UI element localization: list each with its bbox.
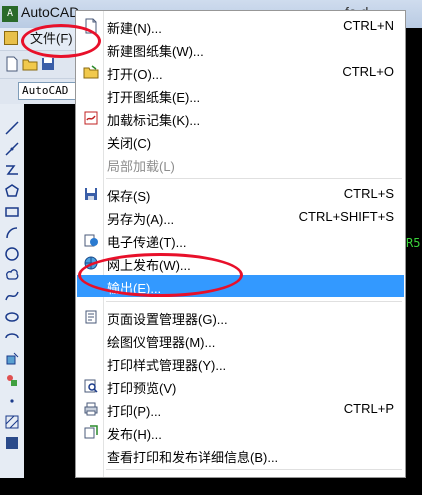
drawing-area-right: R5 — [404, 28, 422, 478]
menu-item-plot-style-manager[interactable]: 打印样式管理器(Y)... — [77, 352, 404, 374]
new-icon[interactable] — [4, 56, 20, 72]
file-menu-dropdown: 新建(N)... CTRL+N 新建图纸集(W)... 打开(O)... CTR… — [75, 10, 406, 494]
autocad-app-icon[interactable]: A — [2, 6, 18, 22]
menu-item-open[interactable]: 打开(O)... CTRL+O — [77, 61, 404, 83]
new-file-icon — [85, 18, 97, 34]
ellipse-arc-icon[interactable] — [4, 330, 20, 346]
polyline-icon[interactable] — [4, 162, 20, 178]
menu-item-new-sheet-set[interactable]: 新建图纸集(W)... — [77, 38, 404, 60]
print-icon — [84, 402, 98, 416]
menu-item-open-sheet-set[interactable]: 打开图纸集(E)... — [77, 84, 404, 106]
arc-icon[interactable] — [4, 225, 20, 241]
menu-item-page-setup-manager[interactable]: 页面设置管理器(G)... — [77, 306, 404, 328]
menu-separator — [106, 469, 402, 470]
menu-item-view-plot-details[interactable]: 查看打印和发布详细信息(B)... — [77, 444, 404, 466]
save-icon — [85, 188, 97, 200]
window-title: AutoCAD — [21, 4, 80, 20]
menu-item-etransmit[interactable]: 电子传递(T)... — [77, 229, 404, 251]
publish-web-icon — [84, 256, 98, 270]
menu-separator — [106, 178, 402, 179]
hatch-icon[interactable] — [4, 414, 20, 430]
circle-icon[interactable] — [4, 246, 20, 262]
print-preview-icon — [84, 379, 98, 393]
menu-item-plot-preview[interactable]: 打印预览(V) — [77, 375, 404, 397]
etransmit-icon — [84, 234, 98, 247]
menu-item-publish[interactable]: 发布(H)... — [77, 421, 404, 443]
menu-item-publish-web[interactable]: 网上发布(W)... — [77, 252, 404, 274]
menu-item-load-markup-set[interactable]: 加载标记集(K)... — [77, 107, 404, 129]
revision-cloud-icon[interactable] — [4, 267, 20, 283]
spline-icon[interactable] — [4, 288, 20, 304]
menu-separator — [106, 301, 402, 302]
menu-item-new[interactable]: 新建(N)... CTRL+N — [77, 15, 404, 37]
make-block-icon[interactable] — [4, 372, 20, 388]
menu-item-partial-load: 局部加载(L) — [107, 159, 175, 174]
rectangle-icon[interactable] — [4, 204, 20, 220]
menu-item-save-as[interactable]: 另存为(A)... CTRL+SHIFT+S — [77, 206, 404, 228]
open-folder-icon — [83, 65, 99, 79]
open-icon[interactable] — [22, 56, 38, 72]
dimension-label: R5 — [406, 236, 421, 250]
menu-file[interactable]: 文件(F) — [28, 30, 75, 48]
document-icon[interactable] — [4, 31, 18, 45]
menu-item-plotter-manager[interactable]: 绘图仪管理器(M)... — [77, 329, 404, 351]
draw-toolbar — [0, 104, 25, 478]
menu-item-export[interactable]: 输出(E)... — [77, 275, 404, 297]
save-toolbar-icon[interactable] — [40, 56, 56, 72]
point-icon[interactable] — [4, 393, 20, 409]
menu-item-drawing-utilities[interactable]: 绘图实用程序(U) — [77, 473, 404, 495]
construction-line-icon[interactable] — [4, 141, 20, 157]
gradient-icon[interactable] — [4, 435, 20, 451]
publish-icon — [84, 425, 98, 439]
ellipse-icon[interactable] — [4, 309, 20, 325]
menu-item-plot[interactable]: 打印(P)... CTRL+P — [77, 398, 404, 420]
page-setup-icon — [85, 310, 97, 324]
markup-icon — [84, 111, 98, 125]
submenu-arrow-icon — [391, 478, 396, 488]
menu-item-close[interactable]: 关闭(C) — [77, 130, 404, 152]
insert-block-icon[interactable] — [4, 351, 20, 367]
menu-item-save[interactable]: 保存(S) CTRL+S — [77, 183, 404, 205]
line-icon[interactable] — [4, 120, 20, 136]
polygon-icon[interactable] — [4, 183, 20, 199]
